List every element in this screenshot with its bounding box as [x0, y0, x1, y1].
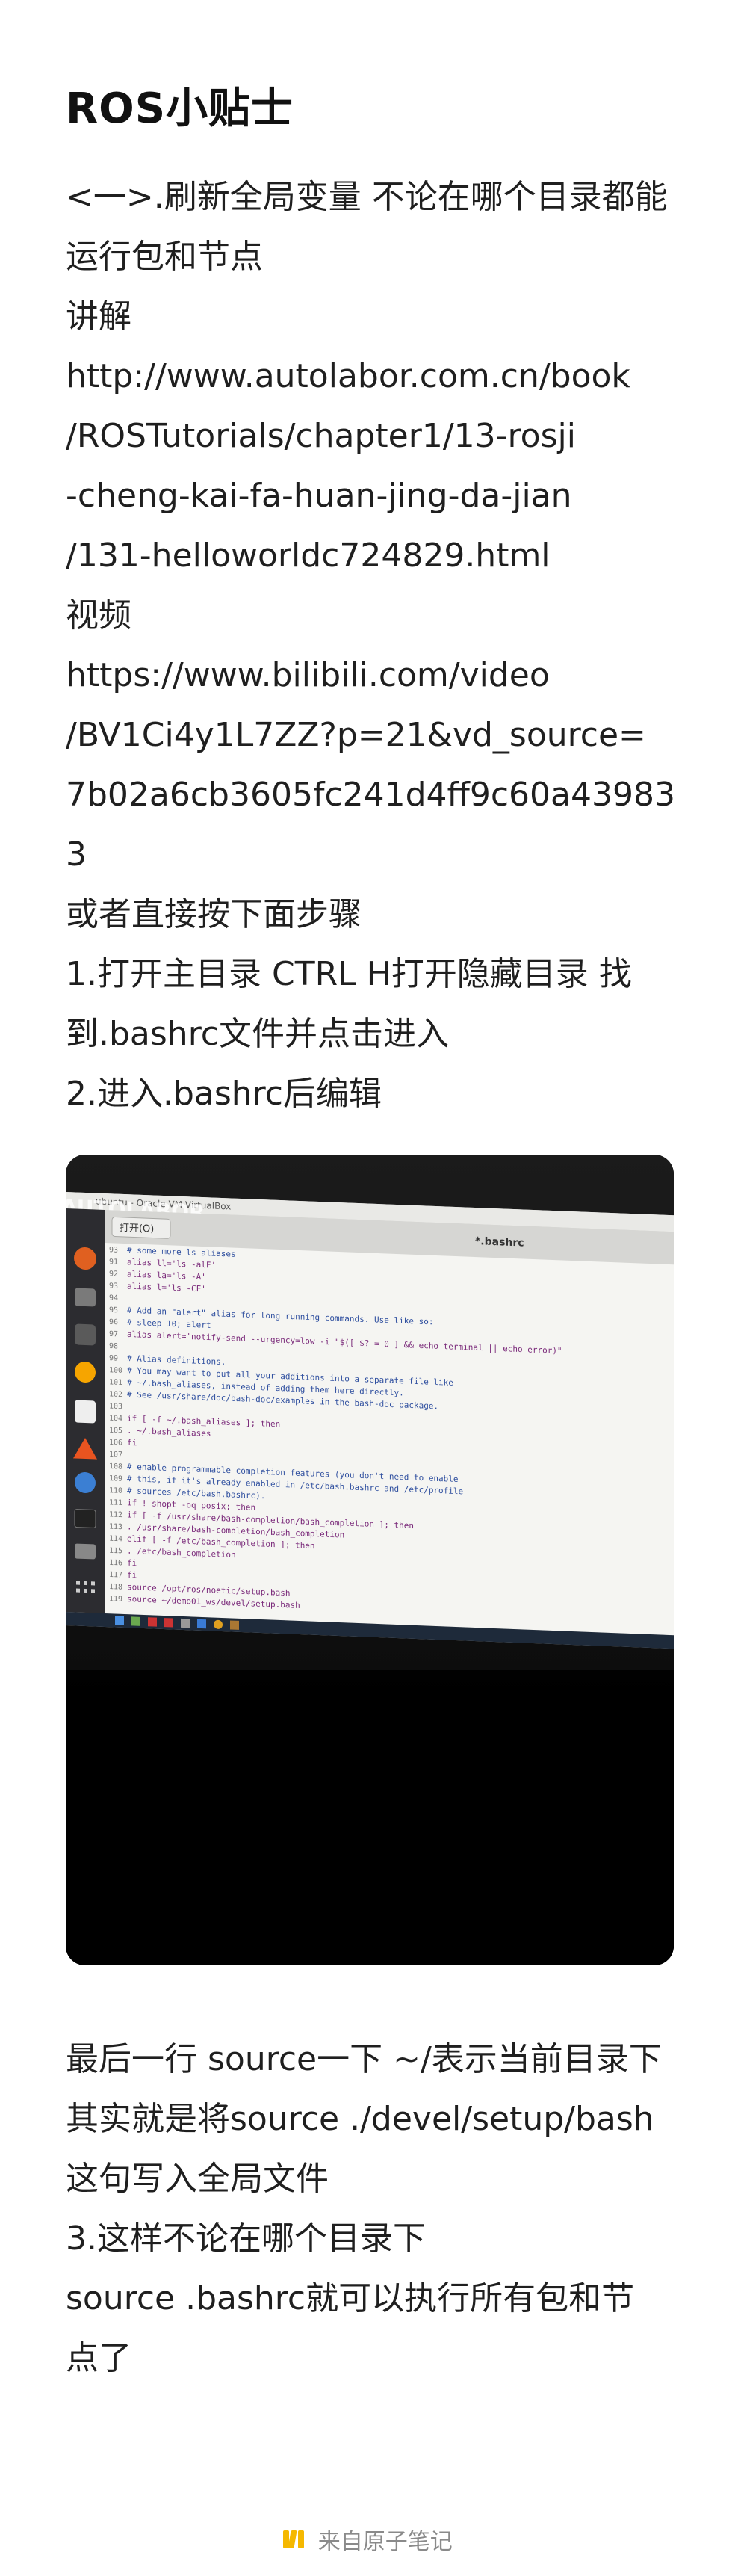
- footer-text: 来自原子笔记: [317, 2529, 453, 2555]
- screen-photo-svg: ubuntu - Oracle VM VirtualBox AUTOLABOR …: [66, 1155, 674, 1965]
- text-line: 讲解: [66, 297, 131, 336]
- drive-icon[interactable]: [75, 1543, 96, 1560]
- code-line-number: 116: [109, 1559, 122, 1568]
- code-line-number: 108: [109, 1462, 122, 1471]
- code-line-number: 111: [109, 1498, 122, 1507]
- code-line-number: 101: [109, 1378, 122, 1387]
- text-line: 视频: [66, 596, 131, 634]
- code-line-number: 107: [109, 1451, 122, 1460]
- code-line-number: 113: [109, 1523, 122, 1532]
- screenshot-photo[interactable]: ubuntu - Oracle VM VirtualBox AUTOLABOR …: [66, 1155, 674, 1965]
- code-line-number: 103: [109, 1403, 122, 1412]
- code-line-number: 91: [109, 1258, 118, 1266]
- link-line[interactable]: https://www.bilibili.com/video: [66, 646, 686, 705]
- code-line-number: 99: [109, 1354, 118, 1362]
- text-line: source .bashrc就可以执行所有包和节: [66, 2279, 635, 2317]
- code-line: fi: [127, 1558, 137, 1569]
- code-line-number: 118: [109, 1583, 122, 1592]
- link-line[interactable]: 7b02a6cb3605fc241d4ff9c60a43983: [66, 765, 686, 825]
- code-line-number: 110: [109, 1486, 122, 1495]
- page-title: ROS小贴士: [66, 84, 294, 133]
- text-line: 2.进入.bashrc后编辑: [66, 1075, 382, 1113]
- text-line: 运行包和节点: [66, 238, 263, 276]
- code-line-number: 93: [109, 1282, 118, 1291]
- code-line-number: 98: [109, 1342, 118, 1350]
- file-tab[interactable]: *.bashrc: [475, 1235, 524, 1250]
- text-line: 3.这样不论在哪个目录下: [66, 2220, 426, 2258]
- text-line: 点了: [66, 2339, 131, 2377]
- code-line-number: 119: [109, 1595, 122, 1604]
- link-line[interactable]: http://www.autolabor.com.cn/book: [66, 347, 686, 407]
- code-line-number: 97: [109, 1330, 118, 1338]
- footer: 来自原子笔记: [0, 2523, 735, 2556]
- code-line-number: 100: [109, 1366, 122, 1375]
- text-line: 这句写入全局文件: [66, 2160, 329, 2198]
- link-line[interactable]: /BV1Ci4y1L7ZZ?p=21&vd_source=: [66, 705, 686, 765]
- code-line: fi: [127, 1570, 137, 1581]
- terminal-icon[interactable]: [74, 1509, 96, 1528]
- open-button[interactable]: 打开(O): [120, 1223, 154, 1235]
- text-line: 或者直接按下面步骤: [66, 895, 362, 933]
- code-line-number: 95: [109, 1306, 118, 1315]
- writer-icon[interactable]: [75, 1400, 96, 1424]
- files-icon[interactable]: [75, 1288, 96, 1307]
- text-line: <一>.刷新全局变量 不论在哪个目录都能: [66, 178, 668, 216]
- text-line: 1.打开主目录 CTRL H打开隐藏目录 找: [66, 955, 632, 993]
- code-line-number: 93: [109, 1246, 118, 1254]
- code-line-number: 109: [109, 1474, 122, 1483]
- note-logo-icon: [283, 2530, 305, 2548]
- code-line-number: 117: [109, 1571, 122, 1580]
- code-line-number: 92: [109, 1270, 118, 1278]
- code-line-number: 114: [109, 1535, 122, 1544]
- folder-icon[interactable]: [75, 1323, 96, 1346]
- note-page: ROS小贴士 <一>.刷新全局变量 不论在哪个目录都能 运行包和节点 讲解 ht…: [0, 0, 735, 2576]
- code-line: fi: [127, 1438, 137, 1448]
- text-line: 最后一行 source一下 ~/表示当前目录下: [66, 2040, 662, 2078]
- code-line-number: 104: [109, 1415, 122, 1424]
- monitor-screen: ubuntu - Oracle VM VirtualBox AUTOLABOR …: [66, 1192, 674, 1649]
- code-line-number: 106: [109, 1439, 122, 1448]
- code-line-number: 96: [109, 1318, 118, 1326]
- code-line-number: 102: [109, 1390, 122, 1399]
- text-line: 其实就是将source ./devel/setup/bash: [66, 2100, 654, 2138]
- link-line[interactable]: /131-helloworldc724829.html: [66, 526, 686, 586]
- link-line[interactable]: /ROSTutorials/chapter1/13-rosji: [66, 407, 686, 466]
- link-line[interactable]: 3: [66, 825, 686, 885]
- code-line-number: 94: [109, 1294, 118, 1303]
- link-line[interactable]: -cheng-kai-fa-huan-jing-da-jian: [66, 466, 686, 526]
- code-line-number: 115: [109, 1547, 122, 1556]
- code-line-number: 112: [109, 1510, 122, 1519]
- editor-area[interactable]: [105, 1242, 674, 1636]
- text-line: 到.bashrc文件并点击进入: [66, 1015, 450, 1053]
- code-line-number: 105: [109, 1427, 122, 1436]
